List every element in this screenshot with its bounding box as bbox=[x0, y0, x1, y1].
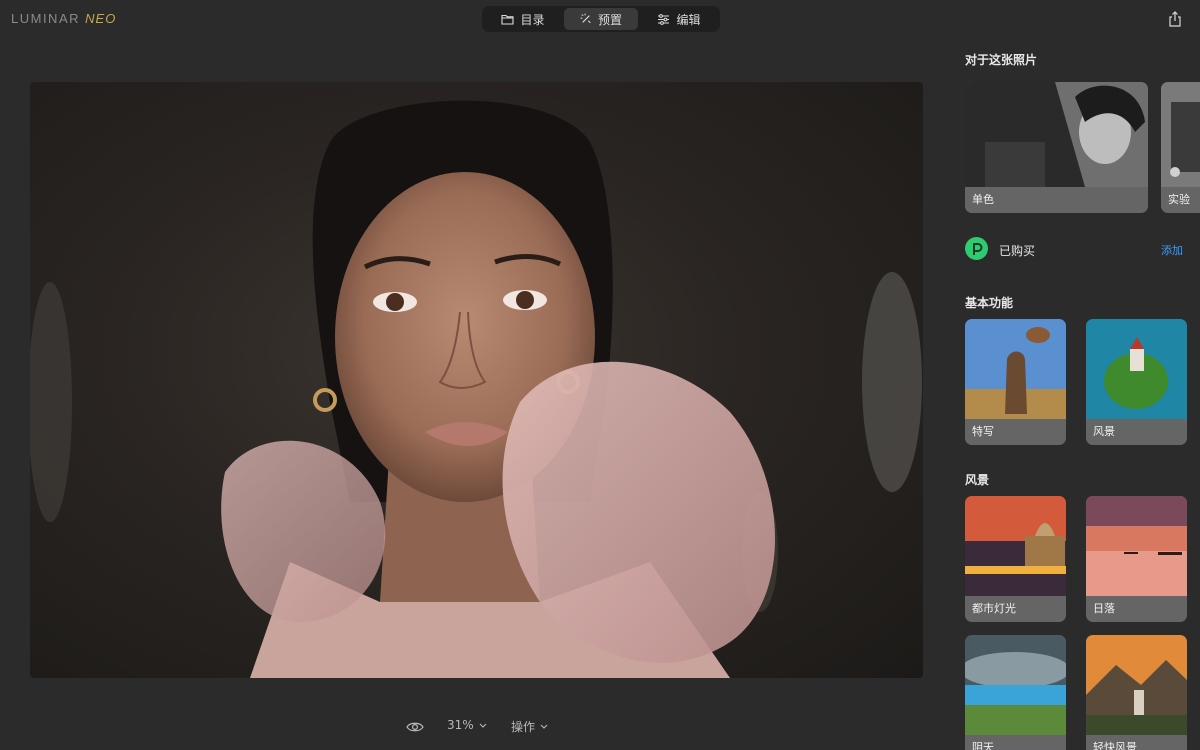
canvas-toolbar: 31% 操作 bbox=[400, 712, 600, 740]
experimental-thumbnail bbox=[1161, 82, 1200, 187]
share-button[interactable] bbox=[1166, 10, 1184, 28]
tab-presets[interactable]: 预置 bbox=[564, 8, 638, 30]
tab-catalog[interactable]: 目录 bbox=[486, 8, 560, 30]
before-after-toggle[interactable] bbox=[406, 718, 424, 737]
purchased-label: 已购买 bbox=[999, 244, 1036, 258]
preset-card-label: 特写 bbox=[965, 419, 1066, 445]
photo-canvas[interactable] bbox=[30, 82, 923, 678]
preset-card-label: 实验 bbox=[1161, 187, 1200, 213]
monochrome-thumbnail bbox=[965, 82, 1148, 187]
tab-edit[interactable]: 编辑 bbox=[642, 8, 716, 30]
portrait-photo bbox=[30, 100, 922, 678]
presets-panel: 对于这张照片 单色 实验 已购买 添加 基本功能 特写 风景 风景 都市灯光 日… bbox=[948, 40, 1200, 750]
add-presets-link[interactable]: 添加 bbox=[1161, 242, 1183, 258]
mode-switcher: 目录 预置 编辑 bbox=[482, 6, 720, 32]
purchased-badge-icon bbox=[965, 237, 988, 260]
actions-dropdown[interactable]: 操作 bbox=[511, 718, 548, 735]
section-title-landscape: 风景 bbox=[965, 473, 990, 487]
castle-thumbnail bbox=[1086, 635, 1187, 735]
preset-card-label: 阴天 bbox=[965, 735, 1066, 750]
portrait-thumbnail bbox=[965, 319, 1066, 419]
preset-card-city-lights[interactable]: 都市灯光 bbox=[965, 496, 1066, 622]
preset-card-label: 都市灯光 bbox=[965, 596, 1066, 622]
preset-card-label: 单色 bbox=[965, 187, 1148, 213]
luminar-app-window: LUMINAR NEO 目录 预置 编辑 31% 操作 对于这张照片 单色 实验… bbox=[0, 0, 1200, 750]
preset-card-experimental[interactable]: 实验 bbox=[1161, 82, 1200, 213]
magic-wand-icon bbox=[580, 13, 591, 23]
app-logo: LUMINAR NEO bbox=[11, 11, 117, 26]
purchased-row: 已购买 添加 bbox=[965, 237, 1185, 261]
chevron-down-icon bbox=[479, 723, 487, 728]
top-bar: LUMINAR NEO 目录 预置 编辑 bbox=[0, 0, 1200, 40]
section-title-basics: 基本功能 bbox=[965, 296, 1014, 310]
island-thumbnail bbox=[1086, 319, 1187, 419]
preset-card-landscape-basic[interactable]: 风景 bbox=[1086, 319, 1187, 445]
preset-card-label: 风景 bbox=[1086, 419, 1187, 445]
sunset-thumbnail bbox=[1086, 496, 1187, 596]
preset-card-light-landscape[interactable]: 轻快风景 bbox=[1086, 635, 1187, 750]
preset-card-portrait[interactable]: 特写 bbox=[965, 319, 1066, 445]
eye-icon bbox=[406, 722, 424, 732]
preset-card-sunset[interactable]: 日落 bbox=[1086, 496, 1187, 622]
zoom-dropdown[interactable]: 31% bbox=[447, 718, 487, 732]
preset-card-label: 轻快风景 bbox=[1086, 735, 1187, 750]
folder-icon bbox=[501, 14, 515, 25]
share-icon bbox=[1169, 11, 1181, 27]
overcast-thumbnail bbox=[965, 635, 1066, 735]
preset-card-monochrome[interactable]: 单色 bbox=[965, 82, 1148, 213]
city-lights-thumbnail bbox=[965, 496, 1066, 596]
preset-card-label: 日落 bbox=[1086, 596, 1187, 622]
sliders-icon bbox=[658, 13, 670, 25]
preset-card-overcast[interactable]: 阴天 bbox=[965, 635, 1066, 750]
chevron-down-icon bbox=[540, 724, 548, 729]
section-title-about: 对于这张照片 bbox=[965, 53, 1038, 67]
